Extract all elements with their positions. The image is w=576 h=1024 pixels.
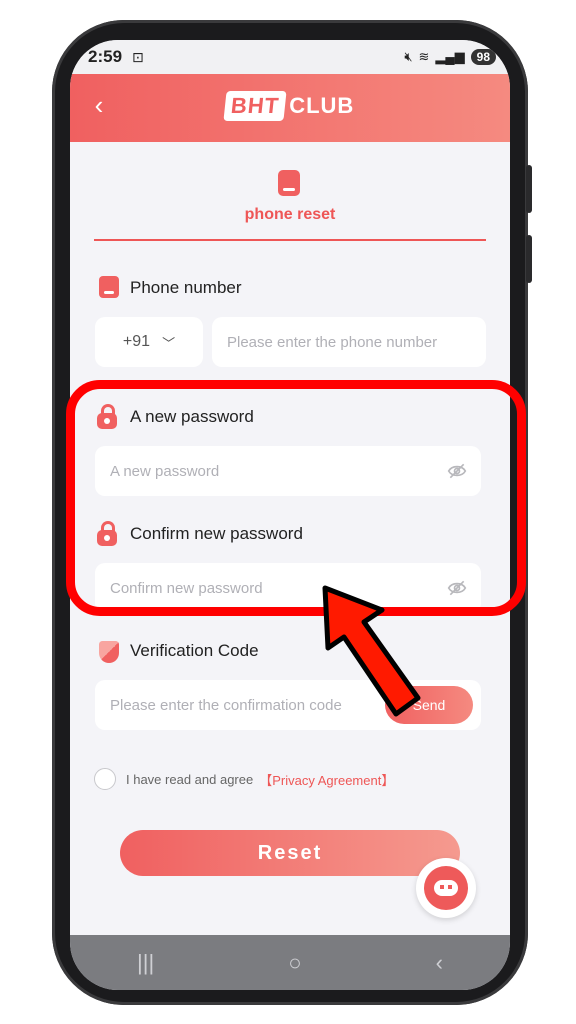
phone-icon (278, 170, 300, 196)
logo-text: CLUB (289, 93, 355, 118)
status-bar: 2:59 ⊡ 🔇︎ ≋ ▂▄▆ 98 (70, 40, 510, 74)
phone-icon (99, 276, 119, 298)
verification-code-label: Verification Code (130, 641, 259, 660)
mute-icon: 🔇︎ (404, 49, 413, 64)
battery-indicator: 98 (470, 49, 496, 65)
phone-number-input[interactable]: Please enter the phone number (212, 317, 486, 367)
agreement-row: I have read and agree 【Privacy Agreement… (94, 768, 394, 790)
shield-icon (99, 641, 119, 663)
tab-phone-reset[interactable]: phone reset (70, 206, 510, 224)
home-icon[interactable]: ○ (288, 950, 301, 976)
app-logo: BHT CLUB (223, 86, 355, 126)
power-button (526, 165, 532, 213)
privacy-agreement-link[interactable]: 【Privacy Agreement】 (259, 770, 394, 789)
recent-apps-icon[interactable]: ||| (137, 950, 154, 976)
chat-icon (424, 866, 468, 910)
country-code-value: +91 (122, 333, 151, 350)
logo-box: BHT (223, 91, 287, 121)
screenshot-icon: ⊡ (132, 48, 144, 65)
android-nav-bar: ||| ○ ‹ (70, 935, 510, 990)
app-header: ‹ BHT CLUB (70, 74, 510, 142)
phone-number-label: Phone number (130, 278, 242, 297)
annotation-highlight-box (66, 380, 526, 616)
agreement-text: I have read and agree (126, 771, 254, 787)
agreement-checkbox[interactable] (94, 768, 116, 790)
chat-button[interactable] (416, 858, 476, 918)
reset-button[interactable]: Reset (120, 830, 460, 876)
tab-underline (94, 239, 486, 241)
status-icons: 🔇︎ ≋ ▂▄▆ 98 (404, 49, 496, 65)
back-nav-icon[interactable]: ‹ (436, 950, 443, 976)
wifi-icon: ≋ (418, 49, 430, 64)
back-icon[interactable]: ‹ (84, 90, 114, 120)
status-time: 2:59 (88, 47, 123, 66)
annotation-arrow-icon (322, 585, 421, 717)
country-code-select[interactable]: +91 ﹀ (95, 317, 203, 367)
phone-number-placeholder: Please enter the phone number (227, 333, 438, 351)
chevron-down-icon: ﹀ (162, 335, 176, 351)
signal-icon: ▂▄▆ (435, 49, 465, 64)
volume-button (526, 235, 532, 283)
